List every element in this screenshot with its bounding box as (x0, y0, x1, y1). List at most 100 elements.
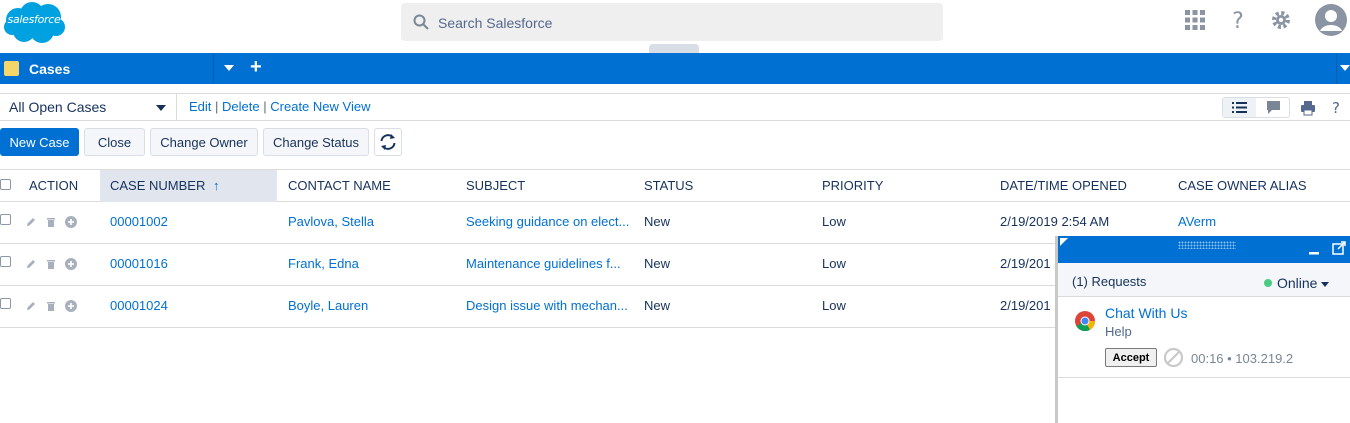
avatar-icon[interactable] (1315, 4, 1347, 36)
decline-icon[interactable] (1163, 347, 1184, 368)
row-checkbox[interactable] (0, 214, 11, 225)
logo-text: salesforce (7, 13, 61, 26)
date-opened-cell: 2/19/2019 2:54 AM (1000, 214, 1110, 229)
presence-status-dropdown[interactable]: Online (1264, 275, 1330, 291)
app-launcher-icon[interactable] (1183, 8, 1207, 32)
subject-link[interactable]: Design issue with mechan... (466, 298, 628, 313)
chat-request-meta: 00:16 • 103.219.2 (1191, 351, 1294, 366)
add-circle-icon[interactable] (65, 258, 77, 270)
column-subject[interactable]: SUBJECT (456, 170, 525, 202)
add-tab-icon[interactable]: + (250, 57, 262, 77)
feed-mode-button[interactable] (1257, 98, 1290, 117)
add-circle-icon[interactable] (65, 216, 77, 228)
subject-link[interactable]: Maintenance guidelines f... (466, 256, 621, 271)
owner-alias-link[interactable]: AVerm (1178, 214, 1216, 229)
list-view-selected: All Open Cases (9, 99, 107, 115)
requests-count: (1) Requests (1072, 274, 1147, 289)
header-collapse-handle[interactable] (649, 44, 699, 53)
chat-request-title[interactable]: Chat With Us (1105, 305, 1187, 321)
trash-icon[interactable] (45, 216, 57, 228)
drag-handle[interactable] (1178, 241, 1236, 249)
accept-button[interactable]: Accept (1105, 348, 1157, 367)
list-icon (1232, 102, 1247, 113)
help-icon[interactable]: ? (1226, 8, 1250, 32)
popout-icon[interactable] (1332, 241, 1346, 255)
global-search[interactable]: Search Salesforce (401, 3, 943, 41)
column-case-number[interactable]: CASE NUMBER ↑ (100, 170, 277, 202)
case-number-link[interactable]: 00001016 (110, 256, 168, 271)
change-status-button[interactable]: Change Status (263, 128, 369, 156)
print-icon[interactable] (1300, 100, 1316, 116)
minimize-icon[interactable] (1308, 246, 1320, 256)
tab-label: Cases (29, 61, 71, 77)
chevron-down-icon[interactable] (222, 61, 236, 75)
create-view-link[interactable]: Create New View (270, 99, 370, 114)
gear-icon[interactable] (1269, 8, 1293, 32)
svg-text:?: ? (1332, 99, 1340, 117)
column-owner-alias[interactable]: CASE OWNER ALIAS (1168, 170, 1307, 202)
change-owner-button[interactable]: Change Owner (150, 128, 258, 156)
separator: | (263, 99, 267, 114)
help-icon[interactable]: ? (1329, 99, 1343, 117)
priority-cell: Low (822, 214, 846, 229)
close-button[interactable]: Close (84, 128, 145, 156)
chat-request-item[interactable]: Chat With Us Help Accept 00:16 • 103.219… (1058, 298, 1350, 378)
delete-view-link[interactable]: Delete (222, 99, 260, 114)
view-actions: Edit | Delete | Create New View (189, 99, 370, 114)
presence-status-label: Online (1277, 275, 1318, 291)
separator: | (215, 99, 219, 114)
new-case-button[interactable]: New Case (0, 128, 79, 156)
column-status[interactable]: STATUS (634, 170, 693, 202)
contact-name-link[interactable]: Pavlova, Stella (288, 214, 374, 229)
priority-cell: Low (822, 298, 846, 313)
trash-icon[interactable] (45, 258, 57, 270)
chat-status-bar: (1) Requests Online (1058, 263, 1350, 297)
corner-marker-icon (1060, 238, 1068, 246)
status-cell: New (644, 214, 671, 229)
column-priority[interactable]: PRIORITY (812, 170, 883, 202)
column-label: CASE NUMBER (110, 178, 206, 193)
chat-widget: (1) Requests Online Chat With Us Help Ac… (1055, 236, 1350, 423)
case-number-link[interactable]: 00001024 (110, 298, 168, 313)
table-header: ACTION CASE NUMBER ↑ CONTACT NAME SUBJEC… (0, 169, 1350, 202)
select-all-checkbox[interactable] (0, 179, 11, 190)
column-date-opened[interactable]: DATE/TIME OPENED (990, 170, 1127, 202)
list-view-select[interactable]: All Open Cases (0, 94, 177, 121)
chevron-down-icon (1321, 282, 1330, 287)
chevron-down-icon (156, 105, 166, 111)
svg-text:?: ? (1232, 9, 1244, 32)
priority-cell: Low (822, 256, 846, 271)
status-cell: New (644, 256, 671, 271)
contact-name-link[interactable]: Boyle, Lauren (288, 298, 368, 313)
subject-link[interactable]: Seeking guidance on elect... (466, 214, 629, 229)
case-folder-icon (4, 61, 19, 76)
row-checkbox[interactable] (0, 256, 11, 267)
search-icon (413, 14, 429, 30)
case-number-link[interactable]: 00001002 (110, 214, 168, 229)
edit-view-link[interactable]: Edit (189, 99, 211, 114)
column-action: ACTION (29, 178, 79, 193)
refresh-button[interactable] (374, 128, 402, 156)
refresh-icon (380, 134, 396, 150)
date-opened-cell: 2/19/201 (1000, 298, 1051, 313)
comment-icon (1267, 101, 1280, 114)
trash-icon[interactable] (45, 300, 57, 312)
row-checkbox[interactable] (0, 298, 11, 309)
edit-icon[interactable] (25, 258, 37, 270)
chevron-down-icon (1340, 65, 1350, 71)
status-cell: New (644, 298, 671, 313)
column-contact-name[interactable]: CONTACT NAME (278, 170, 391, 202)
list-mode-button[interactable] (1223, 98, 1256, 117)
tab-cases[interactable]: Cases (0, 53, 214, 84)
salesforce-logo[interactable]: salesforce (0, 0, 68, 46)
nav-bar: Cases + (0, 53, 1350, 84)
chat-widget-header[interactable] (1058, 236, 1350, 263)
edit-icon[interactable] (25, 216, 37, 228)
contact-name-link[interactable]: Frank, Edna (288, 256, 359, 271)
search-input[interactable]: Search Salesforce (438, 15, 552, 31)
add-circle-icon[interactable] (65, 300, 77, 312)
nav-more-button[interactable] (1336, 53, 1350, 84)
display-mode-toggle (1222, 97, 1290, 118)
online-dot-icon (1264, 279, 1272, 287)
edit-icon[interactable] (25, 300, 37, 312)
